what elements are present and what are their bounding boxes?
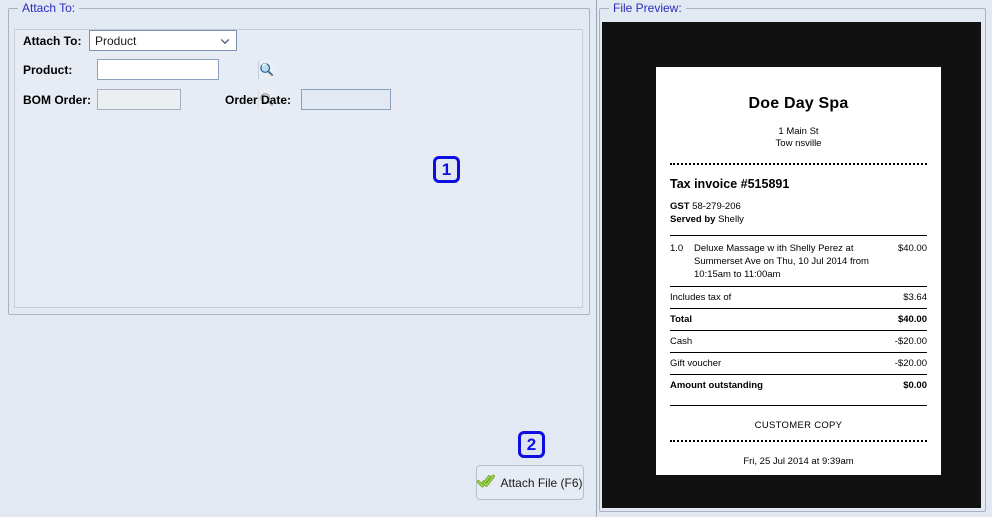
bom-order-label: BOM Order:: [23, 93, 97, 107]
bom-order-search-field[interactable]: [97, 89, 181, 110]
product-input[interactable]: [98, 59, 258, 80]
receipt-total-amount: -$20.00: [895, 336, 927, 347]
receipt-total-label: Amount outstanding: [670, 380, 763, 391]
receipt-line-item: 1.0 Deluxe Massage w ith Shelly Perez at…: [670, 236, 927, 286]
bom-order-row: BOM Order:: [23, 89, 181, 110]
receipt-gst-line: GST 58-279-206: [670, 200, 927, 213]
receipt-total-row: Total $40.00: [670, 308, 927, 330]
receipt-footer-timestamp: Fri, 25 Jul 2014 at 9:39am: [670, 456, 927, 467]
receipt-total-amount: -$20.00: [895, 358, 927, 369]
receipt-line-item-amount: $40.00: [898, 242, 927, 281]
receipt-copy-notice: CUSTOMER COPY: [670, 420, 927, 431]
attach-to-selected-value: Product: [95, 34, 136, 48]
file-preview-group-title: File Preview:: [609, 1, 686, 15]
receipt-divider-top: [670, 163, 927, 165]
product-row: Product:: [23, 59, 219, 80]
receipt-business-name: Doe Day Spa: [670, 95, 927, 113]
receipt-address-line1: 1 Main St: [670, 126, 927, 138]
receipt-address: 1 Main St Tow nsville: [670, 126, 927, 150]
receipt-total-label: Gift voucher: [670, 358, 721, 369]
receipt-gst-label: GST: [670, 201, 690, 212]
receipt-total-row: Includes tax of $3.64: [670, 286, 927, 308]
receipt-line-item-qty: 1.0: [670, 242, 694, 281]
chevron-down-icon: [220, 36, 229, 45]
receipt-total-amount: $40.00: [898, 314, 927, 325]
receipt-line-item-description: Deluxe Massage w ith Shelly Perez at Sum…: [694, 242, 898, 281]
attach-to-row: Attach To: Product: [23, 30, 237, 51]
receipt-document: Doe Day Spa 1 Main St Tow nsville Tax in…: [656, 67, 941, 475]
receipt-served-by-line: Served by Shelly: [670, 213, 927, 226]
receipt-meta: GST 58-279-206 Served by Shelly: [670, 200, 927, 226]
attach-file-button[interactable]: Attach File (F6): [476, 465, 584, 500]
order-date-row: Order Date:: [225, 89, 391, 110]
product-label: Product:: [23, 63, 97, 77]
attach-to-label: Attach To:: [23, 34, 89, 48]
file-preview-canvas[interactable]: Doe Day Spa 1 Main St Tow nsville Tax in…: [602, 22, 981, 508]
product-search-button[interactable]: [258, 60, 274, 79]
receipt-total-row: Cash -$20.00: [670, 330, 927, 352]
receipt-invoice-heading: Tax invoice #515891: [670, 177, 927, 191]
annotation-badge-1: 1: [433, 156, 460, 183]
attach-to-group-title: Attach To:: [18, 1, 79, 15]
attach-file-button-label: Attach File (F6): [500, 476, 582, 490]
receipt-total-amount: $0.00: [903, 380, 927, 391]
application-window: Attach To: Attach To: Product Product:: [0, 0, 992, 517]
attach-to-group: Attach To: Attach To: Product Product:: [8, 8, 590, 315]
attach-file-pane: Attach To: Attach To: Product Product:: [0, 0, 597, 517]
file-preview-group: File Preview: Doe Day Spa 1 Main St Tow …: [599, 8, 986, 512]
order-date-label: Order Date:: [225, 93, 301, 107]
receipt-total-label: Cash: [670, 336, 692, 347]
product-search-field[interactable]: [97, 59, 219, 80]
receipt-totals-bottom-rule: [670, 405, 927, 406]
annotation-badge-2: 2: [518, 431, 545, 458]
receipt-gst-number: 58-279-206: [692, 201, 741, 212]
receipt-total-label: Includes tax of: [670, 292, 731, 303]
receipt-total-label: Total: [670, 314, 692, 325]
attach-to-select[interactable]: Product: [89, 30, 237, 51]
receipt-served-by-name: Shelly: [718, 214, 744, 225]
receipt-served-by-label: Served by: [670, 214, 715, 225]
magnifier-search-icon: [259, 62, 274, 77]
receipt-address-line2: Tow nsville: [670, 138, 927, 150]
receipt-total-amount: $3.64: [903, 292, 927, 303]
order-date-input[interactable]: [302, 90, 394, 111]
receipt-total-row: Gift voucher -$20.00: [670, 352, 927, 374]
receipt-total-row: Amount outstanding $0.00: [670, 374, 927, 396]
green-double-check-icon: [477, 474, 495, 492]
order-date-field[interactable]: [301, 89, 391, 110]
receipt-divider-bottom: [670, 440, 927, 442]
